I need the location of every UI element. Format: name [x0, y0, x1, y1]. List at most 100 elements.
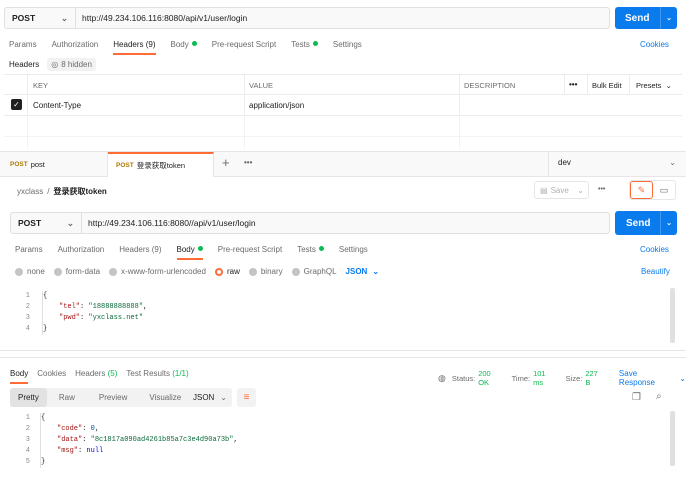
tab-body[interactable]: Body: [171, 40, 197, 49]
copy-icon[interactable]: ❐: [632, 392, 641, 403]
environment-select[interactable]: dev ⌄: [558, 158, 676, 167]
radio-label: x-www-form-urlencoded: [121, 267, 206, 276]
tab-tests[interactable]: Tests: [291, 40, 318, 49]
environment-label: dev: [558, 158, 571, 167]
globe-icon[interactable]: ◍: [438, 373, 446, 384]
url-input[interactable]: http://49.234.106.116:8080//api/v1/user/…: [82, 212, 610, 234]
send-label: Send: [626, 217, 651, 229]
view-raw[interactable]: Raw: [47, 388, 87, 407]
radio-raw[interactable]: raw: [214, 267, 240, 276]
radio-icon: [15, 267, 23, 276]
search-icon[interactable]: ⌕: [656, 391, 662, 402]
save-response-dropdown[interactable]: Save Response ⌄: [619, 369, 686, 387]
line-number: 1: [25, 292, 30, 300]
url-input[interactable]: http://49.234.106.116:8080/api/v1/user/l…: [76, 7, 610, 29]
send-button[interactable]: Send ⌄: [615, 211, 677, 235]
method-select[interactable]: POST ⌄: [4, 7, 76, 29]
tab-headers[interactable]: Headers (9): [113, 40, 156, 55]
bulk-edit-button[interactable]: Bulk Edit: [592, 81, 622, 90]
line-number: 1: [25, 414, 30, 422]
view-pretty[interactable]: Pretty: [10, 388, 47, 407]
radio-none[interactable]: none: [15, 267, 45, 276]
radio-icon: [53, 267, 62, 276]
body-format-select[interactable]: JSON ⌄: [346, 267, 380, 276]
radio-label: form-data: [65, 267, 101, 276]
tab-response-body[interactable]: Body: [10, 369, 29, 384]
request-tab-post[interactable]: POST post: [4, 152, 108, 176]
pencil-icon[interactable]: ✎: [630, 181, 653, 199]
scrollbar[interactable]: [670, 411, 675, 466]
code-line: }: [41, 458, 46, 466]
cookies-link[interactable]: Cookies: [640, 40, 669, 49]
tab-params[interactable]: Params: [9, 40, 37, 49]
more-tabs-icon[interactable]: •••: [244, 158, 252, 167]
tab-count: (1/1): [172, 369, 189, 378]
request-tab-login[interactable]: POST 登录获取token: [108, 152, 214, 177]
tab-response-cookies[interactable]: Cookies: [37, 369, 66, 378]
tab-name: 登录获取token: [136, 161, 186, 170]
tab-tests[interactable]: Tests: [297, 245, 324, 254]
radio-graphql[interactable]: GraphQL: [291, 267, 337, 276]
tab-settings[interactable]: Settings: [339, 245, 368, 254]
chevron-down-icon[interactable]: ⌄: [661, 14, 677, 22]
request-body-editor[interactable]: 1 2 3 4 { "tel": "18888888888", "pwd": "…: [10, 287, 668, 347]
radio-x-www-form-urlencoded[interactable]: x-www-form-urlencoded: [109, 267, 206, 276]
more-options-icon[interactable]: •••: [598, 186, 605, 193]
code-line: "pwd": "yxclass.net": [59, 314, 144, 322]
view-visualize[interactable]: Visualize: [139, 388, 191, 407]
status-dot: [312, 41, 318, 46]
presets-dropdown[interactable]: Presets ⌄: [636, 81, 672, 90]
breadcrumb-request[interactable]: 登录获取token: [53, 186, 106, 197]
tab-params[interactable]: Params: [15, 245, 43, 254]
response-format-select[interactable]: JSON ⌄: [187, 388, 232, 407]
radio-icon: [291, 267, 300, 276]
save-icon: ▤: [540, 185, 548, 195]
header-value[interactable]: application/json: [249, 101, 304, 110]
tab-authorization[interactable]: Authorization: [52, 40, 99, 49]
radio-binary[interactable]: binary: [248, 267, 283, 276]
time-value[interactable]: 101 ms: [533, 369, 558, 387]
tab-body[interactable]: Body: [176, 245, 203, 260]
save-button[interactable]: ▤ Save ⌄: [534, 181, 589, 199]
tab-test-results[interactable]: Test Results (1/1): [126, 369, 188, 378]
checkbox-checked[interactable]: ✓: [11, 99, 22, 110]
beautify-link[interactable]: Beautify: [641, 267, 670, 276]
status-value[interactable]: 200 OK: [478, 369, 503, 387]
line-number: 5: [25, 458, 30, 466]
radio-icon: [109, 267, 118, 276]
eye-icon: ◎: [51, 60, 59, 69]
code-line: "msg": null: [57, 447, 104, 455]
scrollbar[interactable]: [670, 288, 675, 343]
breadcrumb-collection[interactable]: yxclass: [17, 187, 43, 196]
tab-settings[interactable]: Settings: [333, 40, 362, 49]
chevron-down-icon: ⌄: [665, 81, 672, 90]
header-key[interactable]: Content-Type: [33, 101, 81, 110]
headers-label: Headers: [9, 60, 40, 69]
method-label: POST: [12, 13, 36, 23]
hidden-headers-toggle[interactable]: ◎ 8 hidden: [47, 58, 96, 71]
status-label: Status:: [451, 373, 476, 383]
cookies-link[interactable]: Cookies: [640, 245, 669, 254]
code-line: "tel": "18888888888",: [59, 303, 148, 311]
tab-authorization[interactable]: Authorization: [58, 245, 105, 254]
more-options-icon[interactable]: •••: [569, 80, 577, 89]
tab-pre-request-script[interactable]: Pre-request Script: [218, 245, 282, 254]
wrap-lines-icon[interactable]: ≡: [237, 388, 256, 407]
chevron-down-icon[interactable]: ⌄: [661, 219, 677, 227]
tab-response-headers[interactable]: Headers (5): [75, 369, 117, 378]
response-body-viewer[interactable]: 1 2 3 4 5 { "code": 0, "data": "8c1817a0…: [10, 413, 668, 469]
tab-pre-request-script[interactable]: Pre-request Script: [212, 40, 276, 49]
tab-tests-label: Tests: [291, 40, 310, 49]
url-text: http://49.234.106.116:8080/api/v1/user/l…: [82, 13, 248, 23]
column-value: VALUE: [249, 81, 274, 90]
radio-form-data[interactable]: form-data: [53, 267, 101, 276]
method-select[interactable]: POST ⌄: [10, 212, 82, 234]
tab-headers[interactable]: Headers (9): [119, 245, 161, 254]
send-button[interactable]: Send ⌄: [615, 7, 677, 29]
code-line: "data": "8c1817a090ad4261b85a7c3e4d90a73…: [57, 436, 238, 444]
size-value[interactable]: 227 B: [585, 369, 605, 387]
view-preview[interactable]: Preview: [87, 388, 139, 407]
tab-label: Test Results: [126, 369, 170, 378]
new-tab-icon[interactable]: +: [222, 155, 230, 170]
documentation-icon[interactable]: ▭: [653, 185, 675, 196]
